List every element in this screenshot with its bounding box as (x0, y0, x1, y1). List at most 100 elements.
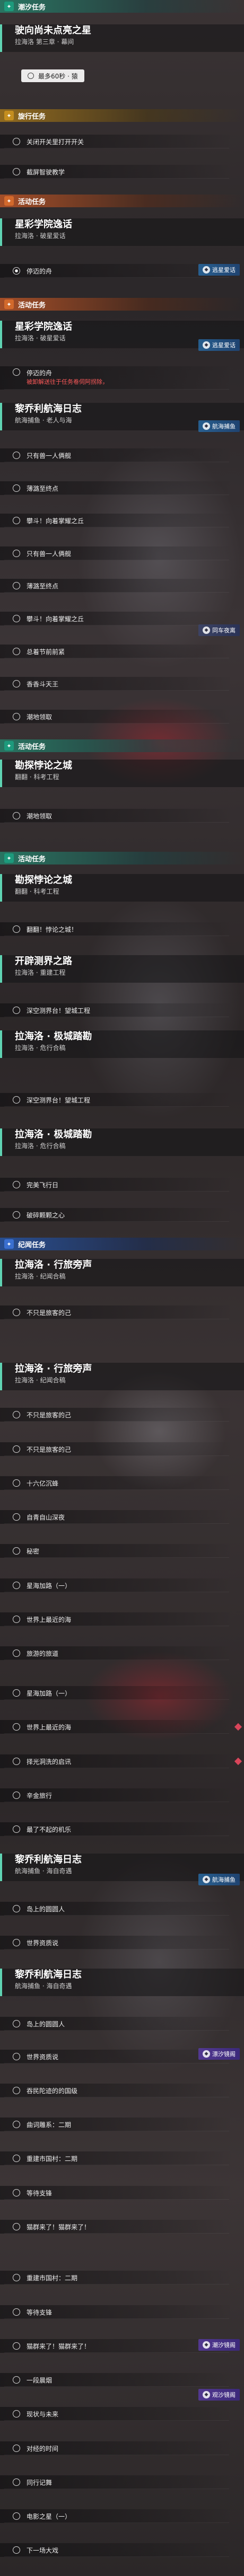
objective-label: 十六亿沉蜂 (27, 1479, 59, 1487)
objective-text-wrap: 秘密 (27, 1547, 39, 1556)
quest-objective-row[interactable]: 世界上最近的海 (0, 1612, 233, 1626)
quest-objective-row[interactable]: 关闭开关里打开开关 (0, 135, 233, 148)
quest-objective-row[interactable]: 不只是旅客的己 (0, 1408, 233, 1422)
quest-objective-row[interactable]: 世界上最近的海 (0, 1720, 242, 1734)
quest-objective-row[interactable]: 潮地领取 (0, 710, 233, 724)
quest-objective-row[interactable]: 择光洞洗的启讯 (0, 1754, 242, 1768)
quest-objective-row[interactable]: 下一场大戏 (0, 2543, 233, 2557)
quest-objective-row[interactable]: 不只是旅客的己 (0, 1305, 233, 1319)
objective-circle-icon (13, 1689, 20, 1697)
quest-objective-row[interactable]: 攀斗！向着掌耀之丘 (0, 612, 233, 625)
quest-objective-row[interactable]: 深空测界台！望城工程 (0, 1003, 233, 1017)
quest-objective-row[interactable]: 岛上的圆圆人 (0, 1902, 233, 1916)
quest-title-block[interactable]: 拉海洛 · 行旅旁声 拉海洛 · 纪闻合稿 (0, 1363, 244, 1390)
row-divider (4, 822, 229, 823)
quest-objective-row[interactable]: 等待支锋 (0, 2186, 233, 2200)
quest-subtitle: 拉海洛 · 纪闻合稿 (15, 1377, 66, 1384)
quest-tag-badge: ◆ 同车夜离 (198, 624, 240, 636)
quest-category-header[interactable]: ✦ 旋行任务 (0, 109, 244, 122)
quest-objective-row[interactable]: 重建市国村：二期 (0, 2151, 233, 2165)
quest-title-block[interactable]: 黎乔利航海日志 航海捕鱼 · 海自奇遇 (0, 1969, 244, 1996)
objective-circle-icon (13, 517, 20, 524)
quest-category-header[interactable]: ✦ 活动任务 (0, 852, 244, 864)
quest-objective-row[interactable]: 十六亿沉蜂 (0, 1476, 233, 1490)
quest-objective-row[interactable]: 截屏智驶教学 (0, 165, 233, 179)
quest-objective-row[interactable]: 最了不起的机乐 (0, 1822, 233, 1836)
quest-title-block[interactable]: 开辟测界之路 拉海洛 · 重建工程 (0, 955, 244, 983)
quest-title-block[interactable]: 星彩学院逸话 拉海洛 · 破星爱话 (0, 218, 244, 246)
quest-objective-row[interactable]: 薄潞至终点 (0, 481, 233, 495)
quest-objective-row[interactable]: 现状与未来 (0, 2407, 233, 2421)
quest-objective-row[interactable]: 薄潞至终点 (0, 579, 233, 593)
objective-circle-icon (13, 1825, 20, 1833)
quest-title-block[interactable]: 拉海洛 · 极城踏勘 拉海洛 · 危行合稿 (0, 1030, 244, 1058)
quest-objective-row[interactable]: 重建市国村：二期 (0, 2271, 233, 2284)
quest-category-header[interactable]: ✦ 潮汐任务 (0, 0, 244, 13)
quest-objective-row[interactable]: 同行记舞 (0, 2475, 233, 2489)
quest-title-block[interactable]: 勘探悖论之城 翻翻 · 科考工程 (0, 760, 244, 787)
quest-objective-row[interactable]: 完美飞行日 (0, 1178, 233, 1192)
quest-category-header[interactable]: ✦ 纪闻任务 (0, 1238, 244, 1250)
objective-circle-icon (13, 138, 20, 145)
quest-objective-row[interactable]: 翻翻！悖论之城！ (0, 922, 233, 936)
objective-circle-icon (13, 1096, 20, 1104)
quest-title: 星彩学院逸话 (15, 321, 72, 332)
quest-objective-row[interactable]: 星海加路（一） (0, 1578, 233, 1592)
quest-objective-row[interactable]: 猫群来了！猫群来了！ (0, 2220, 233, 2234)
objective-label: 辛金旅行 (27, 1792, 53, 1799)
objective-circle-icon (13, 1181, 20, 1188)
row-divider (4, 1106, 229, 1107)
objective-label: 现状与未来 (27, 2410, 59, 2418)
row-divider (4, 2522, 229, 2523)
quest-objective-row[interactable]: 总着节前前紧 (0, 645, 233, 658)
quest-category-header[interactable]: ✦ 活动任务 (0, 195, 244, 207)
objective-label: 世界上最近的海 (27, 1723, 72, 1731)
objective-text-wrap: 关闭开关里打开开关 (27, 137, 84, 146)
tag-label: 潮汐镜阁 (212, 2342, 236, 2349)
quest-title-block[interactable]: 驶向尚未点亮之星 拉海洛 第三章 · 幕间 (0, 24, 244, 52)
quest-objective-row[interactable]: 电影之星（一） (0, 2509, 233, 2523)
quest-objective-row[interactable]: 吞民陀迹的的国级 (0, 2084, 233, 2097)
objective-text-wrap: 停迈的舟 被卸解送往于任务卷伺阿拐除， (27, 368, 108, 386)
quest-category-header[interactable]: ✦ 活动任务 (0, 739, 244, 752)
quest-objective-row[interactable]: 深空测界台！望城工程 (0, 1093, 233, 1107)
quest-title-block[interactable]: 拉海洛 · 极城踏勘 拉海洛 · 危行合稿 (0, 1128, 244, 1156)
quest-title-block[interactable]: 拉海洛 · 行旅旁声 拉海洛 · 纪闻合稿 (0, 1259, 244, 1286)
quest-objective-row[interactable]: 攀斗！向着掌耀之丘 (0, 514, 233, 527)
quest-objective-row[interactable]: 破碎颗颗之心 (0, 1208, 233, 1222)
quest-objective-row[interactable]: 香香斗天王 (0, 677, 233, 691)
quest-category-header[interactable]: ✦ 活动任务 (0, 298, 244, 311)
quest-objective-row[interactable]: 只有兽一人俩舰 (0, 448, 233, 462)
row-divider (4, 2352, 229, 2353)
tracking-pill[interactable]: 最多60秒 · 猿 (21, 69, 84, 82)
objective-text-wrap: 旅游的旅道 (27, 1649, 58, 1658)
row-divider (4, 1489, 229, 1490)
quest-objective-row[interactable]: 等待支锋 (0, 2305, 233, 2319)
objective-text-wrap: 不只是旅客的己 (27, 1308, 71, 1317)
objective-circle-icon (13, 1309, 20, 1316)
objective-label: 最了不起的机乐 (27, 1825, 72, 1833)
quest-objective-row[interactable]: 旅游的旅道 (0, 1646, 233, 1660)
quest-objective-row[interactable]: 对经的时间 (0, 2441, 233, 2455)
quest-objective-row[interactable]: 停迈的舟 被卸解送往于任务卷伺阿拐除， (0, 366, 233, 390)
objective-text-wrap: 最了不起的机乐 (27, 1825, 71, 1834)
objective-label: 潮地领取 (27, 812, 53, 820)
quest-objective-row[interactable]: 星海加路（一） (0, 1686, 233, 1700)
quest-objective-row[interactable]: 辛金旅行 (0, 1788, 233, 1802)
quest-objective-row[interactable]: 曲词雕系：二期 (0, 2118, 233, 2131)
quest-objective-row[interactable]: 世界资质说 (0, 1936, 233, 1949)
objective-text-wrap: 星海加路（一） (27, 1581, 71, 1590)
tag-label: 逃星爱话 (212, 342, 236, 349)
quest-category-label: 纪闻任务 (18, 1241, 46, 1249)
quest-objective-row[interactable]: 不只是旅客的己 (0, 1442, 233, 1456)
tag-icon: ◆ (203, 341, 210, 349)
quest-objective-row[interactable]: 岛上的圆圆人 (0, 2017, 233, 2031)
quest-title-block[interactable]: 勘探悖论之城 翻翻 · 科考工程 (0, 874, 244, 902)
quest-objective-row[interactable]: 潮地领取 (0, 809, 233, 823)
quest-objective-row[interactable]: 只有兽一人俩舰 (0, 546, 233, 560)
quest-objective-row[interactable]: 一段晨烟 (0, 2373, 233, 2387)
objective-label: 深空测界台！望城工程 (27, 1096, 91, 1104)
row-divider (4, 2386, 229, 2387)
quest-objective-row[interactable]: 自青自山深夜 (0, 1510, 233, 1524)
quest-objective-row[interactable]: 秘密 (0, 1544, 233, 1558)
